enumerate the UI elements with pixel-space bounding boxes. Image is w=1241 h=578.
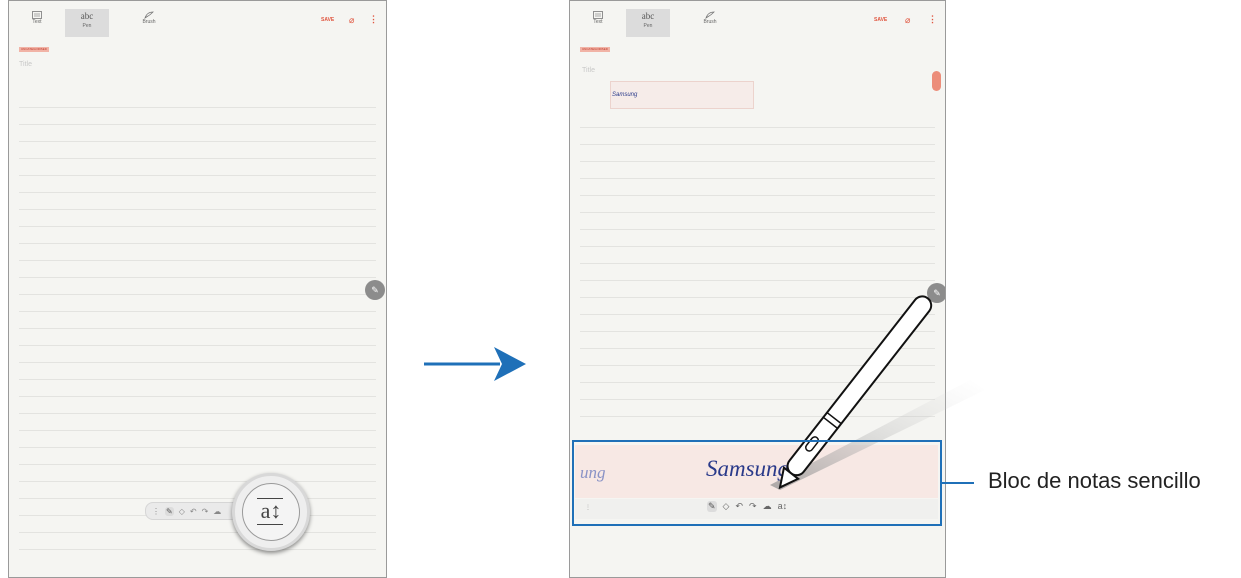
pen-mode-label: Pen: [82, 23, 92, 29]
category-chip[interactable]: UNCATEGORISED: [580, 47, 610, 52]
converted-text: Samsung: [612, 92, 638, 98]
icon-underline: [257, 524, 283, 525]
easy-writing-pad-icon: a↕: [242, 483, 300, 541]
note-toolbar: Text abc Pen Brush SAVE ⌀ ⋮: [9, 1, 386, 41]
pen-mode-button[interactable]: abc Pen: [626, 9, 670, 37]
pen-mode-glyph: abc: [641, 11, 655, 21]
title-field[interactable]: Title: [582, 67, 595, 74]
title-field[interactable]: Title: [19, 61, 32, 68]
brush-mode-label: Brush: [703, 19, 717, 25]
text-mode-button[interactable]: Text: [15, 9, 59, 37]
drag-handle-icon[interactable]: ⋮: [152, 507, 160, 516]
easy-writing-pad-glyph: a↕: [260, 498, 282, 523]
paperclip-icon[interactable]: ⌀: [905, 15, 910, 26]
pen-mode-button[interactable]: abc Pen: [65, 9, 109, 37]
text-mode-label: Text: [593, 19, 603, 25]
keyboard-icon: [32, 11, 42, 19]
keyboard-icon: [593, 11, 603, 19]
redo-icon[interactable]: ↷: [202, 507, 209, 516]
cloud-icon[interactable]: ☁: [213, 507, 221, 516]
writing-pad-highlight: [572, 440, 942, 526]
text-mode-button[interactable]: Text: [576, 9, 620, 37]
writing-canvas[interactable]: [19, 91, 376, 557]
pen-fab-button[interactable]: ✎: [365, 280, 385, 300]
more-vert-icon[interactable]: ⋮: [928, 14, 937, 25]
brush-icon: [144, 11, 154, 19]
brush-mode-button[interactable]: Brush: [127, 9, 171, 37]
eraser-icon[interactable]: ◇: [179, 507, 185, 516]
note-toolbar: Text abc Pen Brush SAVE ⌀ ⋮: [570, 1, 945, 41]
more-vert-icon[interactable]: ⋮: [369, 14, 378, 25]
brush-mode-button[interactable]: Brush: [688, 9, 732, 37]
pencil-icon: ✎: [371, 285, 379, 295]
callout-label: Bloc de notas sencillo: [988, 468, 1201, 493]
pen-toolbar: ⋮ ✎ ◇ ↶ ↷ ☁: [145, 502, 243, 520]
pen-mode-glyph: abc: [80, 11, 94, 21]
scroll-handle[interactable]: [932, 71, 941, 91]
text-mode-label: Text: [32, 19, 42, 25]
icon-overline: [257, 498, 283, 499]
pen-tool-icon[interactable]: ✎: [165, 506, 174, 516]
undo-icon[interactable]: ↶: [190, 507, 197, 516]
transition-arrow-icon: [424, 347, 526, 381]
brush-mode-label: Brush: [142, 19, 156, 25]
easy-writing-pad-button-zoom[interactable]: a↕: [232, 473, 310, 551]
save-button[interactable]: SAVE: [321, 17, 334, 23]
brush-icon: [705, 11, 715, 19]
category-chip[interactable]: UNCATEGORISED: [19, 47, 49, 52]
paperclip-icon[interactable]: ⌀: [349, 15, 354, 26]
callout-line: [940, 482, 974, 484]
pen-mode-label: Pen: [643, 23, 653, 29]
left-device-screen: Text abc Pen Brush SAVE ⌀ ⋮ UNCATEGORISE…: [8, 0, 387, 578]
save-button[interactable]: SAVE: [874, 17, 887, 23]
